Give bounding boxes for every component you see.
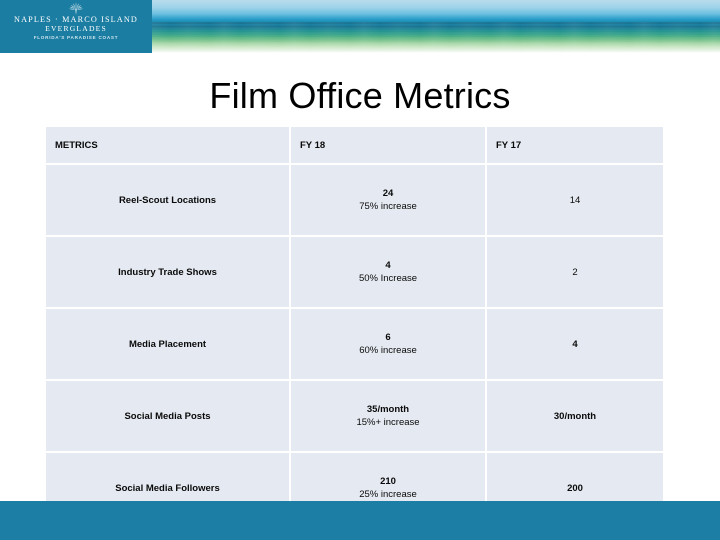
- fy18-primary-value: 24: [382, 188, 394, 199]
- fy18-change-note: 75% increase: [359, 201, 417, 212]
- fy18-change-note: 15%+ increase: [356, 417, 420, 428]
- metric-name: Social Media Posts: [46, 381, 289, 451]
- fy17-value: 14: [487, 165, 663, 235]
- metric-name: Media Placement: [46, 309, 289, 379]
- brand-logo-plate: NAPLES · MARCO ISLAND EVERGLADES FLORIDA…: [0, 0, 152, 53]
- fy17-value: 4: [487, 309, 663, 379]
- table-row: Social Media Posts 35/month 15%+ increas…: [46, 381, 663, 451]
- column-header-fy17: FY 17: [487, 127, 663, 163]
- table-header-row: METRICS FY 18 FY 17: [46, 127, 663, 163]
- fy18-change-note: 50% Increase: [358, 273, 418, 284]
- table-row: Reel-Scout Locations 24 75% increase 14: [46, 165, 663, 235]
- fy18-change-note: 25% increase: [359, 489, 417, 500]
- fy18-value: 4 50% Increase: [291, 237, 485, 307]
- logo-line-secondary: EVERGLADES: [45, 24, 107, 33]
- header-banner: NAPLES · MARCO ISLAND EVERGLADES FLORIDA…: [0, 0, 720, 53]
- palm-sunburst-icon: [69, 2, 83, 15]
- fy18-value: 24 75% increase: [291, 165, 485, 235]
- footer-band: [0, 501, 720, 540]
- logo-tagline: FLORIDA'S PARADISE COAST: [33, 35, 119, 40]
- fy17-value: 30/month: [487, 381, 663, 451]
- fy17-value: 2: [487, 237, 663, 307]
- table-row: Media Placement 6 60% increase 4: [46, 309, 663, 379]
- fy18-change-note: 60% increase: [359, 345, 417, 356]
- fy18-primary-value: 35/month: [366, 404, 410, 415]
- metric-name: Industry Trade Shows: [46, 237, 289, 307]
- column-header-metrics: METRICS: [46, 127, 289, 163]
- fy18-value: 35/month 15%+ increase: [291, 381, 485, 451]
- table-row: Industry Trade Shows 4 50% Increase 2: [46, 237, 663, 307]
- fy18-primary-value: 4: [385, 260, 391, 271]
- fy18-primary-value: 6: [385, 332, 391, 343]
- page-title: Film Office Metrics: [209, 75, 511, 116]
- fy18-value: 6 60% increase: [291, 309, 485, 379]
- logo-line-primary: NAPLES · MARCO ISLAND: [14, 15, 138, 24]
- fy18-primary-value: 210: [380, 476, 396, 487]
- metrics-table: METRICS FY 18 FY 17 Reel-Scout Locations…: [44, 125, 665, 525]
- metric-name: Reel-Scout Locations: [46, 165, 289, 235]
- column-header-fy18: FY 18: [291, 127, 485, 163]
